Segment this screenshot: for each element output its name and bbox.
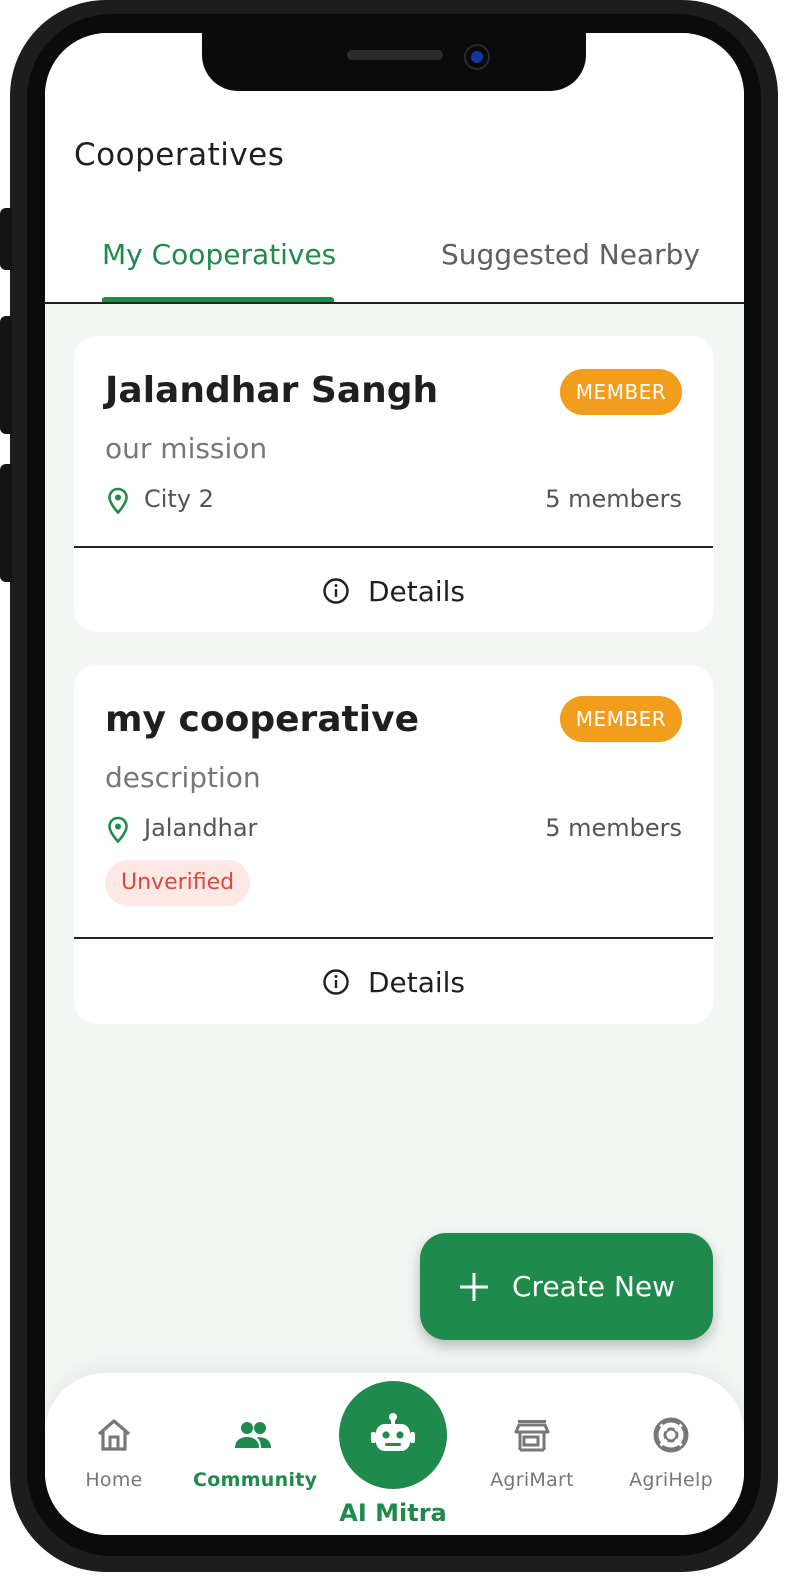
phone-notch [202,33,586,91]
tab-suggested-nearby[interactable]: Suggested Nearby [441,238,700,271]
robot-icon [371,1413,415,1451]
info-icon [323,969,349,995]
speaker-grille [347,50,443,60]
details-button[interactable]: Details [74,548,713,634]
unverified-badge: Unverified [105,860,251,906]
nav-label-agrimart: AgriMart [490,1469,574,1491]
home-icon [97,1419,131,1451]
details-button[interactable]: Details [74,939,713,1025]
cooperative-card[interactable]: Jalandhar Sangh MEMBER our mission City … [74,336,713,632]
plus-icon [460,1272,488,1301]
store-icon [514,1420,550,1452]
cooperative-card[interactable]: my cooperative MEMBER description Jaland… [74,665,713,1024]
member-badge: MEMBER [560,369,682,415]
details-label: Details [367,574,466,608]
cooperative-location: City 2 [144,485,214,513]
side-button [0,464,12,582]
member-count: 5 members [545,814,682,842]
info-icon [323,578,349,604]
location-pin-icon [108,487,128,515]
cooperative-location: Jalandhar [144,814,258,842]
location-pin-icon [108,816,128,844]
member-count: 5 members [545,485,682,513]
cooperative-description: description [105,761,261,794]
lifebuoy-icon [653,1417,689,1453]
cooperative-description: our mission [105,432,268,465]
details-label: Details [367,965,466,999]
people-icon [235,1422,271,1448]
nav-label-ai-mitra: AI Mitra [339,1499,447,1527]
nav-label-agrihelp: AgriHelp [629,1469,713,1491]
create-new-button[interactable]: Create New [420,1233,713,1340]
cooperative-name: Jalandhar Sangh [105,370,439,411]
member-badge: MEMBER [560,696,682,742]
app-screen: Cooperatives My Cooperatives Suggested N… [45,33,744,1535]
create-new-label: Create New [512,1270,676,1303]
tab-my-cooperatives[interactable]: My Cooperatives [102,238,336,271]
side-button [0,208,12,270]
page-title: Cooperatives [74,137,285,173]
cooperative-name: my cooperative [105,699,419,740]
nav-item-home[interactable]: Home [54,1415,174,1491]
nav-label-community: Community [193,1469,318,1491]
side-button [0,316,12,434]
nav-item-community[interactable]: Community [193,1415,318,1491]
nav-item-ai-mitra[interactable] [339,1381,447,1489]
nav-item-agrimart[interactable]: AgriMart [472,1415,592,1491]
tab-divider [45,302,744,304]
bottom-navigation: Home Community AI Mitra AgriMart AgriHel… [45,1373,744,1535]
nav-item-agrihelp[interactable]: AgriHelp [611,1415,731,1491]
camera-icon [464,44,490,70]
nav-label-home: Home [85,1469,143,1491]
